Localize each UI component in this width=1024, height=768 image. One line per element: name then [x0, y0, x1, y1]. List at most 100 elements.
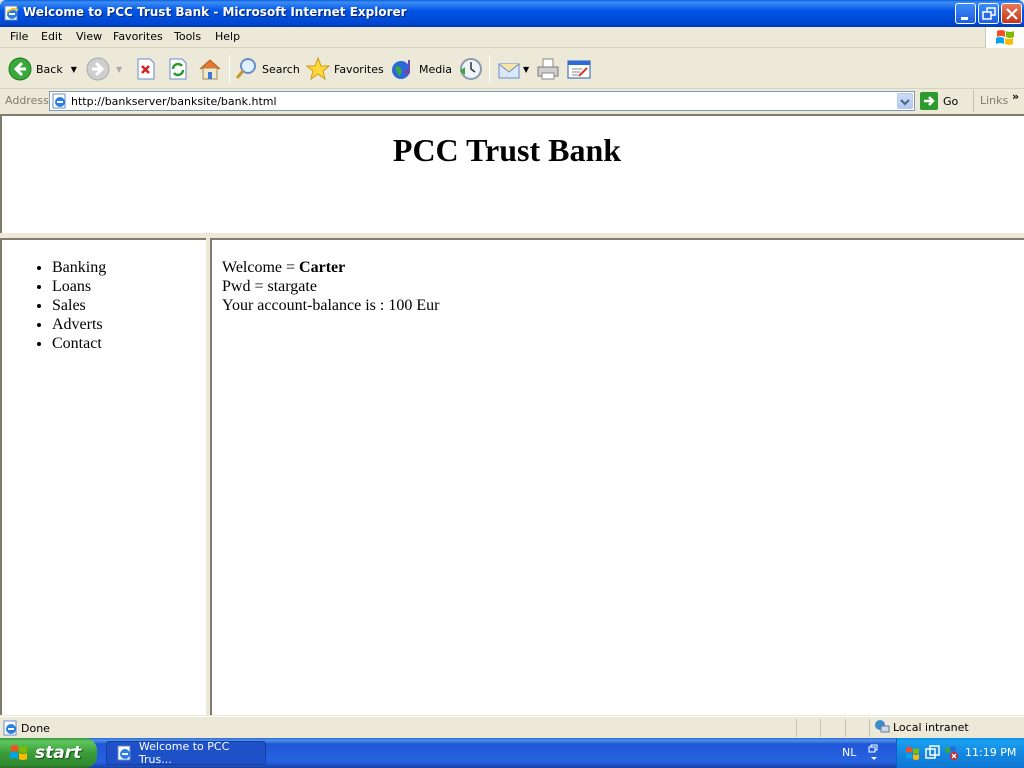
- status-bar: Done Local intranet: [0, 716, 1024, 738]
- refresh-icon: [169, 58, 187, 80]
- links-label: Links: [980, 94, 1009, 107]
- security-zone: Local intranet: [874, 719, 969, 735]
- mail-icon: [498, 63, 520, 79]
- toolbar: Back ▼ ▼ Search Favorites Media ▼: [0, 49, 1024, 89]
- go-button[interactable]: Go: [920, 92, 958, 110]
- favorites-label: Favorites: [334, 62, 384, 76]
- nav-list: Banking Loans Sales Adverts Contact: [52, 258, 106, 353]
- edit-page-icon: [567, 60, 591, 79]
- forward-button[interactable]: ▼: [86, 55, 122, 83]
- home-button[interactable]: [198, 55, 222, 83]
- close-icon: [1006, 8, 1018, 20]
- account-info: Welcome = Carter Pwd = stargate Your acc…: [222, 258, 439, 315]
- system-tray: 11:19 PM: [896, 738, 1024, 768]
- media-button[interactable]: Media: [391, 55, 452, 83]
- history-button[interactable]: [458, 55, 482, 83]
- status-cell: [869, 719, 870, 737]
- menu-file[interactable]: File: [10, 30, 28, 43]
- nav-item-loans[interactable]: Loans: [52, 277, 106, 296]
- header-frame: PCC Trust Bank: [0, 114, 1024, 233]
- taskbar-item-ie[interactable]: Welcome to PCC Trus...: [106, 740, 266, 766]
- media-globe-icon: [392, 60, 410, 79]
- print-button[interactable]: [536, 55, 560, 83]
- main-frame: Welcome = Carter Pwd = stargate Your acc…: [210, 238, 1024, 715]
- nav-item-contact[interactable]: Contact: [52, 334, 106, 353]
- go-arrow-icon: [920, 92, 938, 110]
- start-label: start: [35, 743, 82, 763]
- close-button[interactable]: [1001, 3, 1022, 24]
- back-arrow-icon: [8, 57, 32, 81]
- forward-arrow-icon: [86, 57, 110, 81]
- stop-button[interactable]: [136, 55, 156, 83]
- menu-favorites[interactable]: Favorites: [113, 30, 163, 43]
- menu-bar: File Edit View Favorites Tools Help: [0, 27, 1024, 48]
- stop-icon: [137, 58, 155, 80]
- media-label: Media: [419, 62, 453, 76]
- pwd-line: Pwd = stargate: [222, 278, 317, 295]
- minimize-icon: [961, 17, 968, 20]
- language-bar-restore-icon[interactable]: [868, 744, 880, 762]
- mail-button[interactable]: ▼: [497, 55, 529, 83]
- refresh-button[interactable]: [168, 55, 188, 83]
- nav-item-banking[interactable]: Banking: [52, 258, 106, 277]
- intranet-icon: [875, 720, 890, 733]
- links-button[interactable]: Links »: [973, 90, 1024, 112]
- history-icon: [460, 58, 482, 80]
- address-dropdown-button[interactable]: [897, 93, 913, 109]
- messenger-icon[interactable]: [905, 745, 921, 761]
- ie-icon: [4, 5, 19, 21]
- browser-content: PCC Trust Bank Banking Loans Sales Adver…: [0, 112, 1024, 715]
- search-label: Search: [262, 62, 300, 76]
- edit-button[interactable]: [567, 55, 591, 83]
- menu-tools[interactable]: Tools: [174, 30, 201, 43]
- menu-help[interactable]: Help: [215, 30, 240, 43]
- network-icon[interactable]: [925, 745, 941, 761]
- windows-logo: [985, 27, 1024, 48]
- favorites-button[interactable]: Favorites: [306, 55, 384, 83]
- language-indicator[interactable]: NL: [842, 746, 856, 759]
- page-title: PCC Trust Bank: [392, 132, 622, 168]
- nav-item-adverts[interactable]: Adverts: [52, 315, 106, 334]
- chevron-down-icon: [900, 99, 910, 106]
- toolbar-separator: [229, 55, 230, 83]
- chevron-right-icon: »: [1012, 90, 1020, 103]
- welcome-line: Welcome = Carter: [222, 258, 439, 277]
- ie-icon: [117, 745, 131, 761]
- status-cell: [820, 719, 821, 737]
- network-disconnected-icon[interactable]: [943, 745, 959, 761]
- minimize-button[interactable]: [955, 3, 976, 24]
- address-url: http://bankserver/banksite/bank.html: [71, 95, 277, 108]
- welcome-user: Carter: [299, 259, 346, 276]
- windows-flag-icon: [996, 30, 1014, 45]
- title-bar: Welcome to PCC Trust Bank - Microsoft In…: [0, 0, 1024, 27]
- page-done-icon: [3, 720, 17, 736]
- menu-view[interactable]: View: [76, 30, 102, 43]
- back-button[interactable]: Back ▼: [8, 55, 77, 83]
- mail-dropdown-icon[interactable]: ▼: [523, 65, 529, 74]
- star-icon: [306, 57, 330, 81]
- restore-button[interactable]: [978, 3, 999, 24]
- status-cell: [845, 719, 846, 737]
- nav-item-sales[interactable]: Sales: [52, 296, 106, 315]
- nav-frame: Banking Loans Sales Adverts Contact: [0, 238, 206, 715]
- status-text: Done: [21, 722, 50, 735]
- address-label: Address: [5, 94, 49, 107]
- start-button[interactable]: start: [0, 738, 97, 768]
- page-ie-icon: [52, 93, 66, 109]
- search-button[interactable]: Search: [234, 55, 300, 83]
- address-bar: Address http://bankserver/banksite/bank.…: [0, 90, 1024, 112]
- print-icon: [537, 58, 559, 80]
- restore-icon: [982, 7, 996, 20]
- go-label: Go: [943, 94, 959, 108]
- address-input[interactable]: http://bankserver/banksite/bank.html: [49, 91, 915, 111]
- window-title: Welcome to PCC Trust Bank - Microsoft In…: [23, 5, 407, 19]
- welcome-label: Welcome =: [222, 259, 300, 276]
- back-label: Back: [36, 62, 63, 76]
- taskbar: start Welcome to PCC Trus... NL 11:19 PM: [0, 738, 1024, 768]
- forward-dropdown-icon[interactable]: ▼: [116, 65, 122, 74]
- balance-line: Your account-balance is : 100 Eur: [222, 297, 440, 314]
- back-dropdown-icon[interactable]: ▼: [71, 65, 77, 74]
- menu-edit[interactable]: Edit: [41, 30, 62, 43]
- clock: 11:19 PM: [965, 746, 1017, 759]
- search-icon: [235, 58, 256, 79]
